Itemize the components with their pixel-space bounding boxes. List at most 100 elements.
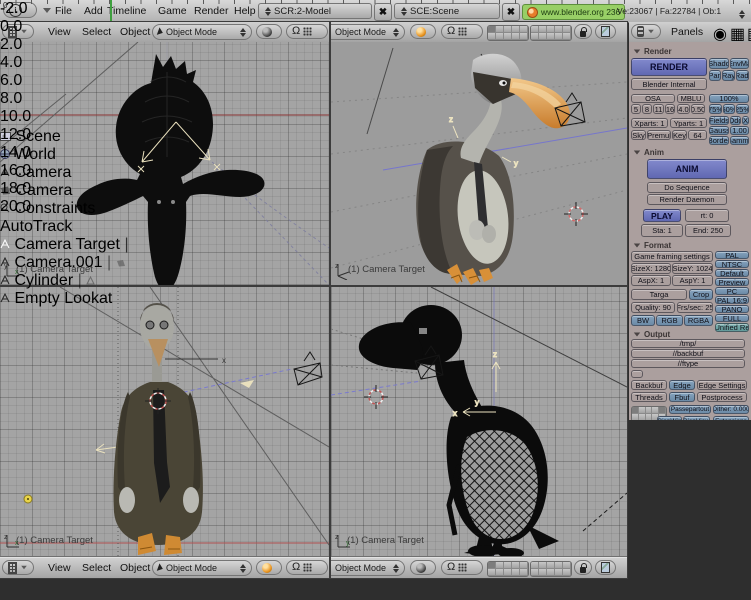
anim-panel-tab[interactable]: Anim: [633, 148, 664, 157]
screen-selector[interactable]: SCR:2-Model: [258, 3, 372, 19]
menu-help[interactable]: Help: [234, 3, 256, 19]
orbit-controls[interactable]: Ω: [441, 560, 483, 575]
x-toggle[interactable]: X: [742, 116, 749, 125]
menu-render[interactable]: Render: [194, 3, 228, 19]
osa-5-button[interactable]: 5: [631, 104, 641, 114]
ray-toggle[interactable]: Ray: [722, 70, 735, 81]
yparts-field[interactable]: Yparts: 1: [670, 118, 707, 128]
draw-mode-button[interactable]: [410, 560, 436, 575]
dither-field[interactable]: Dither: 0.000: [713, 405, 749, 414]
object-menu[interactable]: Object: [120, 560, 150, 576]
outliner-row-cylinder[interactable]: Cylinder |: [0, 272, 129, 290]
preset-default-button[interactable]: Default: [715, 269, 749, 277]
osa-toggle[interactable]: OSA: [631, 94, 675, 103]
scene-selector[interactable]: SCE:Scene: [394, 3, 500, 19]
size-75-button[interactable]: 75%: [709, 104, 722, 114]
orbit-controls[interactable]: Ω: [441, 24, 483, 39]
premul-toggle[interactable]: Premul: [647, 130, 671, 140]
gauss-toggle[interactable]: Gauss: [709, 126, 729, 135]
draw-mode-button[interactable]: [256, 560, 282, 575]
editing-context-button[interactable]: ▤: [747, 24, 751, 39]
anim-button[interactable]: ANIM: [647, 159, 727, 179]
outliner-scrollbar[interactable]: [0, 308, 6, 464]
filetype-dropdown[interactable]: Targa: [631, 289, 687, 300]
menu-game[interactable]: Game: [158, 3, 187, 19]
scene-close-button[interactable]: ✖: [502, 3, 520, 21]
orbit-controls[interactable]: Ω: [286, 560, 328, 575]
size-100-button[interactable]: 100%: [709, 94, 749, 103]
mblur-bf[interactable]: 0.50: [691, 104, 705, 114]
outliner-row-empty-lookat[interactable]: Empty Lookat: [0, 290, 129, 308]
timeline-window[interactable]: 0 -2.0 0.0 2.0 4.0 6.0 8.0 10.0 12.0 14.…: [0, 0, 31, 216]
preset-ntsc-button[interactable]: NTSC: [715, 260, 749, 268]
scrollbar-thumb[interactable]: [0, 308, 6, 368]
sky-toggle[interactable]: Sky: [631, 130, 646, 140]
mode-dropdown[interactable]: Object Mode: [331, 560, 405, 576]
layer-buttons-2[interactable]: [530, 25, 572, 41]
extensions-toggle[interactable]: Extensions: [713, 416, 749, 420]
panels-menu[interactable]: Panels: [671, 24, 703, 40]
dispview-toggle[interactable]: DispView: [683, 416, 710, 420]
render-engine-dropdown[interactable]: Blender Internal: [631, 78, 707, 90]
output-panel-tab[interactable]: Output: [633, 330, 670, 339]
gauss-value-field[interactable]: 1.00: [730, 126, 749, 135]
asp-x-field[interactable]: AspX: 1: [631, 275, 671, 286]
border-toggle[interactable]: Border: [709, 136, 729, 145]
rgba-toggle[interactable]: RGBA: [684, 315, 713, 326]
ftype-path-field[interactable]: //ftype: [631, 359, 745, 368]
size-25-button[interactable]: 25%: [736, 104, 749, 114]
shadow-toggle[interactable]: Shado: [709, 58, 729, 69]
preset-pano-button[interactable]: PANO: [715, 305, 749, 313]
render-button[interactable]: RENDER: [631, 58, 707, 76]
window-type-button[interactable]: [631, 24, 661, 39]
threads-toggle[interactable]: Threads: [631, 392, 667, 402]
lock-layers-button[interactable]: [574, 24, 592, 39]
layer-buttons-1[interactable]: [487, 25, 529, 41]
xparts-field[interactable]: Xparts: 1: [631, 118, 668, 128]
start-frame-field[interactable]: Sta: 1: [641, 224, 683, 237]
object-count-stepper[interactable]: [738, 10, 745, 19]
viewport-canvas[interactable]: z y z (1) Camera Target: [331, 42, 627, 285]
layer-buttons-1[interactable]: [487, 561, 529, 577]
preset-pal169-button[interactable]: PAL 16:9: [715, 296, 749, 304]
rt-field[interactable]: rt: 0: [685, 209, 729, 222]
output-path-field[interactable]: /tmp/: [631, 339, 745, 348]
bw-toggle[interactable]: BW: [631, 315, 655, 326]
envmap-toggle[interactable]: EnvMa: [730, 58, 749, 69]
mode-dropdown[interactable]: Object Mode: [152, 24, 252, 40]
preset-pc-button[interactable]: PC: [715, 287, 749, 295]
scene-link-button[interactable]: [631, 370, 643, 378]
play-button[interactable]: PLAY: [643, 209, 681, 222]
osa-8-button[interactable]: 8: [642, 104, 652, 114]
crop-toggle[interactable]: Crop: [689, 289, 713, 300]
mode-dropdown[interactable]: Object Mode: [331, 24, 405, 40]
size-50-button[interactable]: 50%: [723, 104, 735, 114]
fbuf-toggle[interactable]: Fbuf: [669, 392, 695, 402]
unified-renderer-toggle[interactable]: Unified Re: [715, 323, 749, 332]
mblur-factor[interactable]: 4.0: [677, 104, 690, 114]
gamma-toggle[interactable]: Gamma: [730, 136, 749, 145]
edge-toggle[interactable]: Edge: [669, 380, 695, 390]
select-menu[interactable]: Select: [82, 560, 111, 576]
outliner-row-camera-target[interactable]: Camera Target |: [0, 236, 129, 254]
backbuf-path-field[interactable]: //backbuf: [631, 349, 745, 358]
format-panel-tab[interactable]: Format: [633, 241, 671, 250]
do-sequence-toggle[interactable]: Do Sequence: [647, 182, 727, 193]
current-frame-marker[interactable]: [110, 0, 112, 21]
mblur-toggle[interactable]: MBLU: [677, 94, 705, 103]
osa-16-button[interactable]: 16: [665, 104, 675, 114]
preset-preview-button[interactable]: Preview: [715, 278, 749, 286]
orbit-controls[interactable]: Ω: [286, 24, 328, 39]
size-x-field[interactable]: SizeX: 1280: [631, 263, 671, 274]
screen-close-button[interactable]: ✖: [374, 3, 392, 21]
website-badge[interactable]: www.blender.org 236: [522, 4, 625, 20]
rgb-toggle[interactable]: RGB: [656, 315, 683, 326]
render-panel-tab[interactable]: Render: [633, 47, 672, 56]
dispwin-toggle[interactable]: DispWin: [657, 416, 682, 420]
framing-dropdown[interactable]: Game framing settings: [631, 251, 713, 262]
shading-context-button[interactable]: ◉: [713, 24, 728, 39]
backbuf-toggle[interactable]: Backbuf: [631, 380, 667, 390]
asp-y-field[interactable]: AspY: 1: [672, 275, 713, 286]
scene-context-button[interactable]: ▦: [730, 24, 745, 39]
odd-toggle[interactable]: Odd: [730, 116, 741, 125]
